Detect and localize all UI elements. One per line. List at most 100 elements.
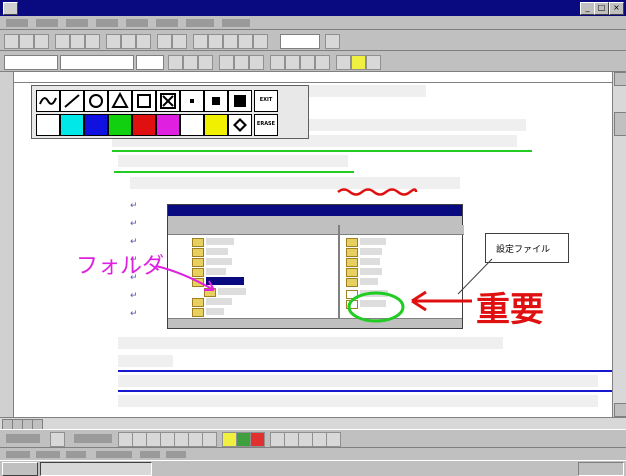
- minimize-button[interactable]: _: [580, 2, 595, 15]
- scroll-up-button[interactable]: [614, 72, 626, 86]
- shadow-icon[interactable]: [312, 432, 327, 447]
- circle-tool[interactable]: [84, 90, 108, 112]
- border-icon[interactable]: [336, 55, 351, 70]
- paste-icon[interactable]: [136, 34, 151, 49]
- color-white[interactable]: [36, 114, 60, 136]
- columns-icon[interactable]: [223, 34, 238, 49]
- system-tray: [578, 462, 624, 476]
- textbox-icon[interactable]: [174, 432, 189, 447]
- folder-icon: [346, 238, 358, 247]
- maximize-button[interactable]: □: [594, 2, 609, 15]
- highlight-icon[interactable]: [351, 55, 366, 70]
- help-icon[interactable]: [325, 34, 340, 49]
- dash-style-icon[interactable]: [284, 432, 299, 447]
- start-button[interactable]: [2, 462, 38, 476]
- fill-color-icon[interactable]: [222, 432, 237, 447]
- color-red[interactable]: [132, 114, 156, 136]
- increase-indent-icon[interactable]: [315, 55, 330, 70]
- line-style-icon[interactable]: [270, 432, 285, 447]
- folder-icon: [346, 268, 358, 277]
- line-color-icon[interactable]: [236, 432, 251, 447]
- color-cyan[interactable]: [60, 114, 84, 136]
- bullets-icon[interactable]: [285, 55, 300, 70]
- menu-item[interactable]: [6, 19, 28, 27]
- cross-box-tool[interactable]: [156, 90, 180, 112]
- horizontal-ruler[interactable]: [14, 72, 612, 83]
- font-select[interactable]: [60, 55, 134, 70]
- print-preview-icon[interactable]: [70, 34, 85, 49]
- close-button[interactable]: ×: [609, 2, 624, 15]
- zoom-select[interactable]: [280, 34, 320, 49]
- color-blue[interactable]: [84, 114, 108, 136]
- numbering-icon[interactable]: [270, 55, 285, 70]
- drawing-icon[interactable]: [238, 34, 253, 49]
- color-white-2[interactable]: [180, 114, 204, 136]
- decrease-indent-icon[interactable]: [300, 55, 315, 70]
- eraser-icon[interactable]: [228, 114, 252, 136]
- save-icon[interactable]: [34, 34, 49, 49]
- standard-toolbar: [0, 30, 626, 51]
- show-hide-icon[interactable]: [253, 34, 268, 49]
- vertical-scrollbar[interactable]: [612, 72, 626, 417]
- align-right-icon[interactable]: [249, 55, 264, 70]
- new-document-icon[interactable]: [4, 34, 19, 49]
- align-center-icon[interactable]: [234, 55, 249, 70]
- pen-palette: EXIT ERASE: [31, 85, 309, 139]
- draw-menu[interactable]: [6, 434, 40, 443]
- wordart-icon[interactable]: [188, 432, 203, 447]
- cut-icon[interactable]: [106, 34, 121, 49]
- table-icon[interactable]: [208, 34, 223, 49]
- clipart-icon[interactable]: [202, 432, 217, 447]
- rectangle-tool[interactable]: [132, 90, 156, 112]
- 3d-icon[interactable]: [326, 432, 341, 447]
- menu-item[interactable]: [126, 19, 148, 27]
- arrow-style-icon[interactable]: [298, 432, 313, 447]
- menu-item[interactable]: [222, 19, 250, 27]
- freehand-tool[interactable]: [36, 90, 60, 112]
- triangle-tool[interactable]: [108, 90, 132, 112]
- underline-icon[interactable]: [198, 55, 213, 70]
- color-magenta[interactable]: [156, 114, 180, 136]
- print-icon[interactable]: [55, 34, 70, 49]
- line-icon[interactable]: [118, 432, 133, 447]
- select-objects-icon[interactable]: [50, 432, 65, 447]
- scroll-thumb[interactable]: [614, 112, 626, 136]
- font-size-select[interactable]: [136, 55, 164, 70]
- large-pen-tool[interactable]: [228, 90, 252, 112]
- arrow-icon[interactable]: [132, 432, 147, 447]
- menu-item[interactable]: [186, 19, 214, 27]
- bold-icon[interactable]: [168, 55, 183, 70]
- erase-all-button[interactable]: ERASE: [254, 114, 278, 136]
- open-icon[interactable]: [19, 34, 34, 49]
- undo-icon[interactable]: [157, 34, 172, 49]
- horizontal-scrollbar[interactable]: [0, 417, 626, 430]
- autoshapes-menu[interactable]: [74, 434, 112, 443]
- menu-item[interactable]: [66, 19, 88, 27]
- menu-item[interactable]: [156, 19, 178, 27]
- menu-item[interactable]: [36, 19, 58, 27]
- line-tool[interactable]: [60, 90, 84, 112]
- oval-icon[interactable]: [160, 432, 175, 447]
- rectangle-icon[interactable]: [146, 432, 161, 447]
- redo-icon[interactable]: [172, 34, 187, 49]
- small-pen-tool[interactable]: [180, 90, 204, 112]
- color-yellow[interactable]: [204, 114, 228, 136]
- blue-underline: [118, 370, 612, 372]
- color-green[interactable]: [108, 114, 132, 136]
- status-position: [96, 451, 132, 458]
- spell-check-icon[interactable]: [85, 34, 100, 49]
- menu-item[interactable]: [96, 19, 118, 27]
- exit-button[interactable]: EXIT: [254, 90, 278, 112]
- medium-pen-tool[interactable]: [204, 90, 228, 112]
- hyperlink-icon[interactable]: [193, 34, 208, 49]
- scroll-down-button[interactable]: [614, 403, 626, 417]
- copy-icon[interactable]: [121, 34, 136, 49]
- folder-icon: [192, 308, 204, 317]
- italic-icon[interactable]: [183, 55, 198, 70]
- font-color-draw-icon[interactable]: [250, 432, 265, 447]
- style-select[interactable]: [4, 55, 58, 70]
- font-color-icon[interactable]: [366, 55, 381, 70]
- align-left-icon[interactable]: [219, 55, 234, 70]
- taskbar-item-word[interactable]: [40, 462, 152, 476]
- word-app-icon[interactable]: [3, 2, 18, 15]
